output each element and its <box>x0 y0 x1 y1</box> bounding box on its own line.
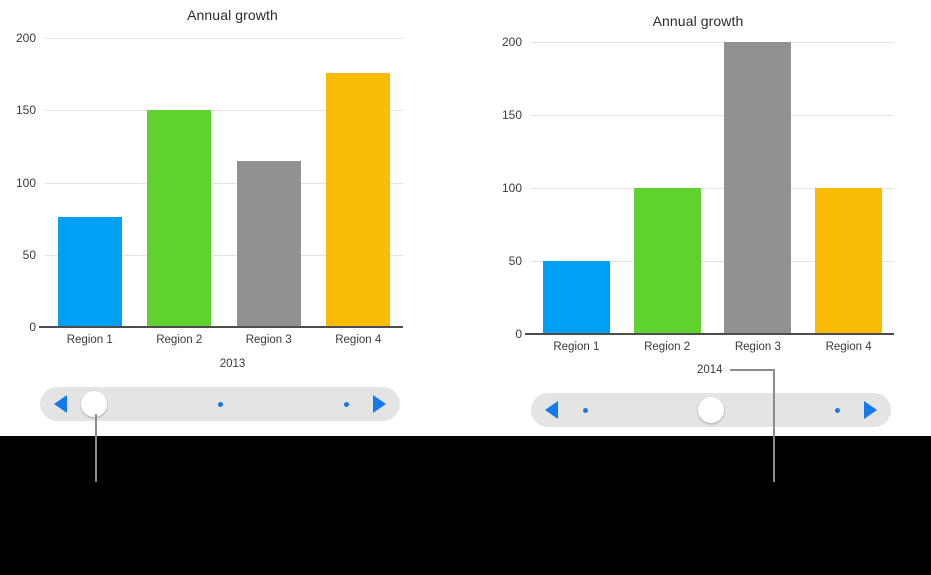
ytick-150-right: 150 <box>501 108 522 122</box>
slider-tick-dot[interactable] <box>582 407 588 413</box>
xlabel-region-2-right: Region 2 <box>644 341 691 353</box>
x-axis-labels-left: Region 1 Region 2 Region 3 Region 4 <box>45 327 403 346</box>
ytick-200-left: 200 <box>15 31 36 45</box>
xlabel-region-4-right: Region 4 <box>825 341 872 353</box>
bar-slot <box>45 38 135 327</box>
x-axis-labels-right: Region 1 Region 2 Region 3 Region 4 <box>531 334 894 353</box>
bar-region-2-left[interactable] <box>147 110 212 327</box>
slider-tick-dot[interactable] <box>343 401 349 407</box>
chart-title-left: Annual growth <box>187 7 278 23</box>
ytick-0-right: 0 <box>515 327 522 341</box>
bar-slot <box>314 38 404 327</box>
triangle-right-icon[interactable] <box>864 401 877 419</box>
slider-knob-right[interactable] <box>698 397 724 423</box>
bar-slot <box>803 42 894 334</box>
year-slider-left[interactable] <box>40 387 400 421</box>
xlabel-region-1-left: Region 1 <box>66 334 113 346</box>
xlabel-region-4-left: Region 4 <box>335 334 382 346</box>
year-caption-right: 2014 <box>697 364 723 376</box>
xlabel-region-3-right: Region 3 <box>734 341 781 353</box>
callout-leader-line-left <box>95 414 97 482</box>
bar-region-4-left[interactable] <box>326 72 391 327</box>
triangle-left-icon[interactable] <box>54 395 67 413</box>
ytick-100-right: 100 <box>501 181 522 195</box>
ytick-0-left: 0 <box>29 320 36 334</box>
year-caption-left: 2013 <box>219 358 246 370</box>
slider-tick-dot[interactable] <box>834 407 840 413</box>
bar-slot <box>622 42 713 334</box>
bar-slot <box>135 38 225 327</box>
bar-region-4-right[interactable] <box>815 188 883 334</box>
screenshot-root: Annual growth 200 150 100 50 0 Region 1 … <box>0 0 931 575</box>
ytick-200-right: 200 <box>501 35 522 49</box>
slider-tick-dot[interactable] <box>217 401 223 407</box>
ytick-50-right: 50 <box>508 254 522 268</box>
bar-region-2-right[interactable] <box>633 188 701 334</box>
bar-region-1-right[interactable] <box>542 261 610 334</box>
ytick-150-left: 150 <box>15 103 36 118</box>
xlabel-region-3-left: Region 3 <box>245 334 292 346</box>
bar-group-right <box>531 42 894 334</box>
bar-region-3-right[interactable] <box>724 42 792 334</box>
ytick-100-left: 100 <box>15 175 36 190</box>
triangle-left-icon[interactable] <box>545 401 558 419</box>
slider-knob-left[interactable] <box>81 391 107 417</box>
bar-slot <box>713 42 804 334</box>
chart-title-right: Annual growth <box>652 13 744 29</box>
bar-region-1-left[interactable] <box>57 217 122 327</box>
triangle-right-icon[interactable] <box>373 395 386 413</box>
ytick-50-left: 50 <box>22 247 36 262</box>
chart-panel-2013: Annual growth 200 150 100 50 0 Region 1 … <box>0 0 465 436</box>
bar-slot <box>531 42 622 334</box>
year-slider-right[interactable] <box>531 393 891 427</box>
plot-area-right: 200 150 100 50 0 Region 1 Region 2 Regio… <box>502 35 894 353</box>
bar-group-left <box>45 38 403 327</box>
callout-leader-line-right-vertical <box>773 369 775 482</box>
chart-panel-2014: Annual growth 200 150 100 50 0 Region 1 … <box>465 0 931 436</box>
plot-area-left: 200 150 100 50 0 Region 1 Region 2 Regio… <box>16 31 403 346</box>
bar-slot <box>224 38 314 327</box>
callout-leader-line-right-horizontal <box>730 369 775 371</box>
xlabel-region-2-left: Region 2 <box>156 334 203 346</box>
xlabel-region-1-right: Region 1 <box>553 341 600 353</box>
bar-region-3-left[interactable] <box>236 160 301 327</box>
